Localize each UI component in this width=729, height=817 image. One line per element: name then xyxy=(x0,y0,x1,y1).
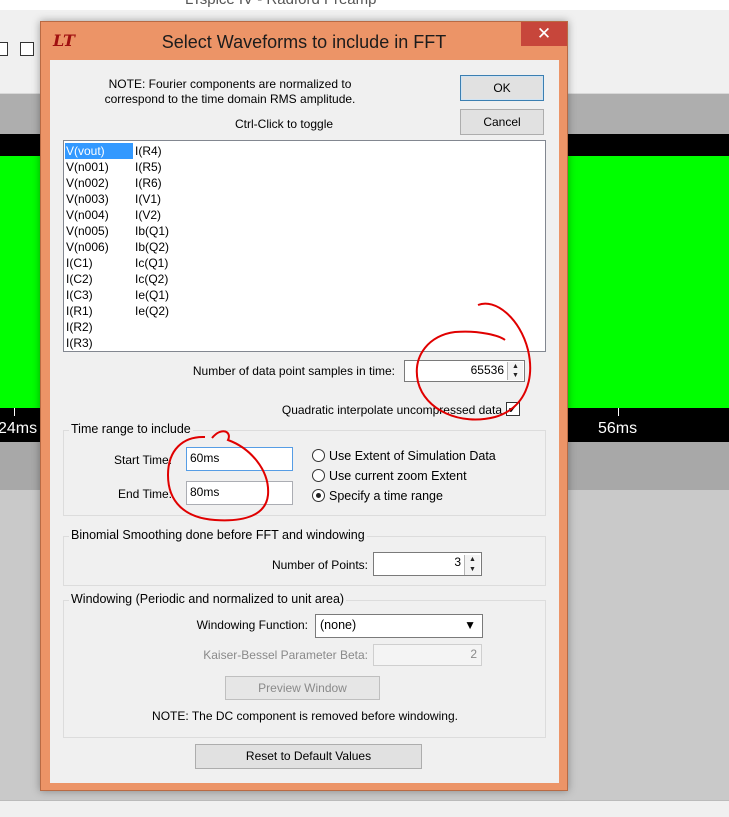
waveform-item[interactable]: I(C2) xyxy=(65,271,133,287)
waveform-item[interactable]: I(C1) xyxy=(65,255,133,271)
spin-down-icon[interactable]: ▼ xyxy=(507,371,523,380)
waveform-item[interactable]: I(R1) xyxy=(65,303,133,319)
points-spinner[interactable]: 3 ▲ ▼ xyxy=(373,552,482,576)
waveform-item[interactable]: I(V2) xyxy=(134,207,169,223)
waveform-item[interactable]: Ie(Q1) xyxy=(134,287,169,303)
print-icon[interactable] xyxy=(20,42,34,56)
ok-button[interactable]: OK xyxy=(460,75,544,101)
windowing-function-select[interactable]: (none) ▼ xyxy=(315,614,483,638)
radio-extent-simulation[interactable]: Use Extent of Simulation Data xyxy=(312,449,496,463)
beta-input: 2 xyxy=(373,644,482,666)
reset-defaults-button[interactable]: Reset to Default Values xyxy=(195,744,422,769)
samples-value: 65536 xyxy=(470,363,504,377)
background-window-title: LTspice IV - Radford Preamp xyxy=(185,0,376,8)
time-range-group xyxy=(63,430,546,516)
radio-zoom-extent[interactable]: Use current zoom Extent xyxy=(312,469,467,483)
ctrl-click-hint: Ctrl-Click to toggle xyxy=(235,117,334,131)
waveform-column-1: V(vout) V(n001) V(n002) V(n003) V(n004) … xyxy=(65,143,133,351)
end-time-input[interactable]: 80ms xyxy=(186,481,293,505)
points-label: Number of Points: xyxy=(271,558,368,572)
waveform-item[interactable]: I(R2) xyxy=(65,319,133,335)
samples-label: Number of data point samples in time: xyxy=(192,364,395,378)
quadratic-label: Quadratic interpolate uncompressed data xyxy=(281,403,502,417)
windowing-function-value: (none) xyxy=(320,618,357,632)
radio-zoom-label: Use current zoom Extent xyxy=(329,469,467,483)
windowing-function-label: Windowing Function: xyxy=(196,618,308,632)
radio-specify-label: Specify a time range xyxy=(329,489,443,503)
spin-up-icon[interactable]: ▲ xyxy=(464,555,480,565)
waveform-listbox[interactable]: V(vout) V(n001) V(n002) V(n003) V(n004) … xyxy=(63,140,546,352)
radio-specify-range[interactable]: Specify a time range xyxy=(312,489,443,503)
rms-note: NOTE: Fourier components are normalized … xyxy=(104,77,356,106)
axis-tick-label: 24ms xyxy=(0,420,38,437)
waveform-column-2: I(R4) I(R5) I(R6) I(V1) I(V2) Ib(Q1) Ib(… xyxy=(134,143,169,319)
samples-spinner[interactable]: 65536 ▲ ▼ xyxy=(404,360,525,382)
smoothing-group-label: Binomial Smoothing done before FFT and w… xyxy=(69,528,367,542)
waveform-item[interactable]: Ic(Q2) xyxy=(134,271,169,287)
axis-tick-label: 56ms xyxy=(598,420,638,437)
waveform-item[interactable]: V(n002) xyxy=(65,175,133,191)
waveform-item-vout[interactable]: V(vout) xyxy=(65,143,133,159)
spin-down-icon[interactable]: ▼ xyxy=(464,565,480,575)
waveform-item[interactable]: I(C3) xyxy=(65,287,133,303)
axis-tick xyxy=(618,408,619,416)
quadratic-checkbox[interactable]: ✔ xyxy=(506,402,520,416)
waveform-item[interactable]: I(R5) xyxy=(134,159,169,175)
toolbar-icon[interactable] xyxy=(0,42,8,56)
radio-dot-selected xyxy=(312,489,325,502)
background-statusbar xyxy=(0,800,729,817)
waveform-item[interactable]: V(n003) xyxy=(65,191,133,207)
spin-up-icon[interactable]: ▲ xyxy=(507,362,523,371)
waveform-item[interactable]: Ie(Q2) xyxy=(134,303,169,319)
end-time-label: End Time: xyxy=(117,487,172,501)
background-window-titlebar: LTspice IV - Radford Preamp xyxy=(0,0,729,10)
waveform-item[interactable]: Ic(Q1) xyxy=(134,255,169,271)
waveform-item[interactable]: I(R3) xyxy=(65,335,133,351)
radio-dot xyxy=(312,469,325,482)
start-time-label: Start Time: xyxy=(113,453,172,467)
cancel-button[interactable]: Cancel xyxy=(460,109,544,135)
waveform-item[interactable]: V(n001) xyxy=(65,159,133,175)
fft-dialog: LT Select Waveforms to include in FFT ✕ … xyxy=(40,21,568,791)
points-value: 3 xyxy=(454,555,461,569)
chevron-down-icon: ▼ xyxy=(464,618,476,632)
waveform-item[interactable]: I(V1) xyxy=(134,191,169,207)
waveform-item[interactable]: I(R4) xyxy=(134,143,169,159)
time-range-group-label: Time range to include xyxy=(69,422,193,436)
waveform-item[interactable]: Ib(Q1) xyxy=(134,223,169,239)
waveform-item[interactable]: V(n006) xyxy=(65,239,133,255)
beta-label: Kaiser-Bessel Parameter Beta: xyxy=(203,648,368,662)
start-time-input[interactable]: 60ms xyxy=(186,447,293,471)
windowing-group-label: Windowing (Periodic and normalized to un… xyxy=(69,592,347,606)
dc-note: NOTE: The DC component is removed before… xyxy=(152,709,458,723)
waveform-item[interactable]: V(n004) xyxy=(65,207,133,223)
dialog-body: NOTE: Fourier components are normalized … xyxy=(50,60,559,783)
close-icon[interactable]: ✕ xyxy=(521,22,567,46)
radio-dot xyxy=(312,449,325,462)
dialog-titlebar[interactable]: LT Select Waveforms to include in FFT ✕ xyxy=(41,22,567,60)
axis-tick xyxy=(14,408,15,416)
waveform-item[interactable]: V(n005) xyxy=(65,223,133,239)
dialog-title: Select Waveforms to include in FFT xyxy=(161,32,447,52)
preview-window-button: Preview Window xyxy=(225,676,380,700)
waveform-item[interactable]: Ib(Q2) xyxy=(134,239,169,255)
radio-extent-label: Use Extent of Simulation Data xyxy=(329,449,496,463)
waveform-item[interactable]: I(R6) xyxy=(134,175,169,191)
